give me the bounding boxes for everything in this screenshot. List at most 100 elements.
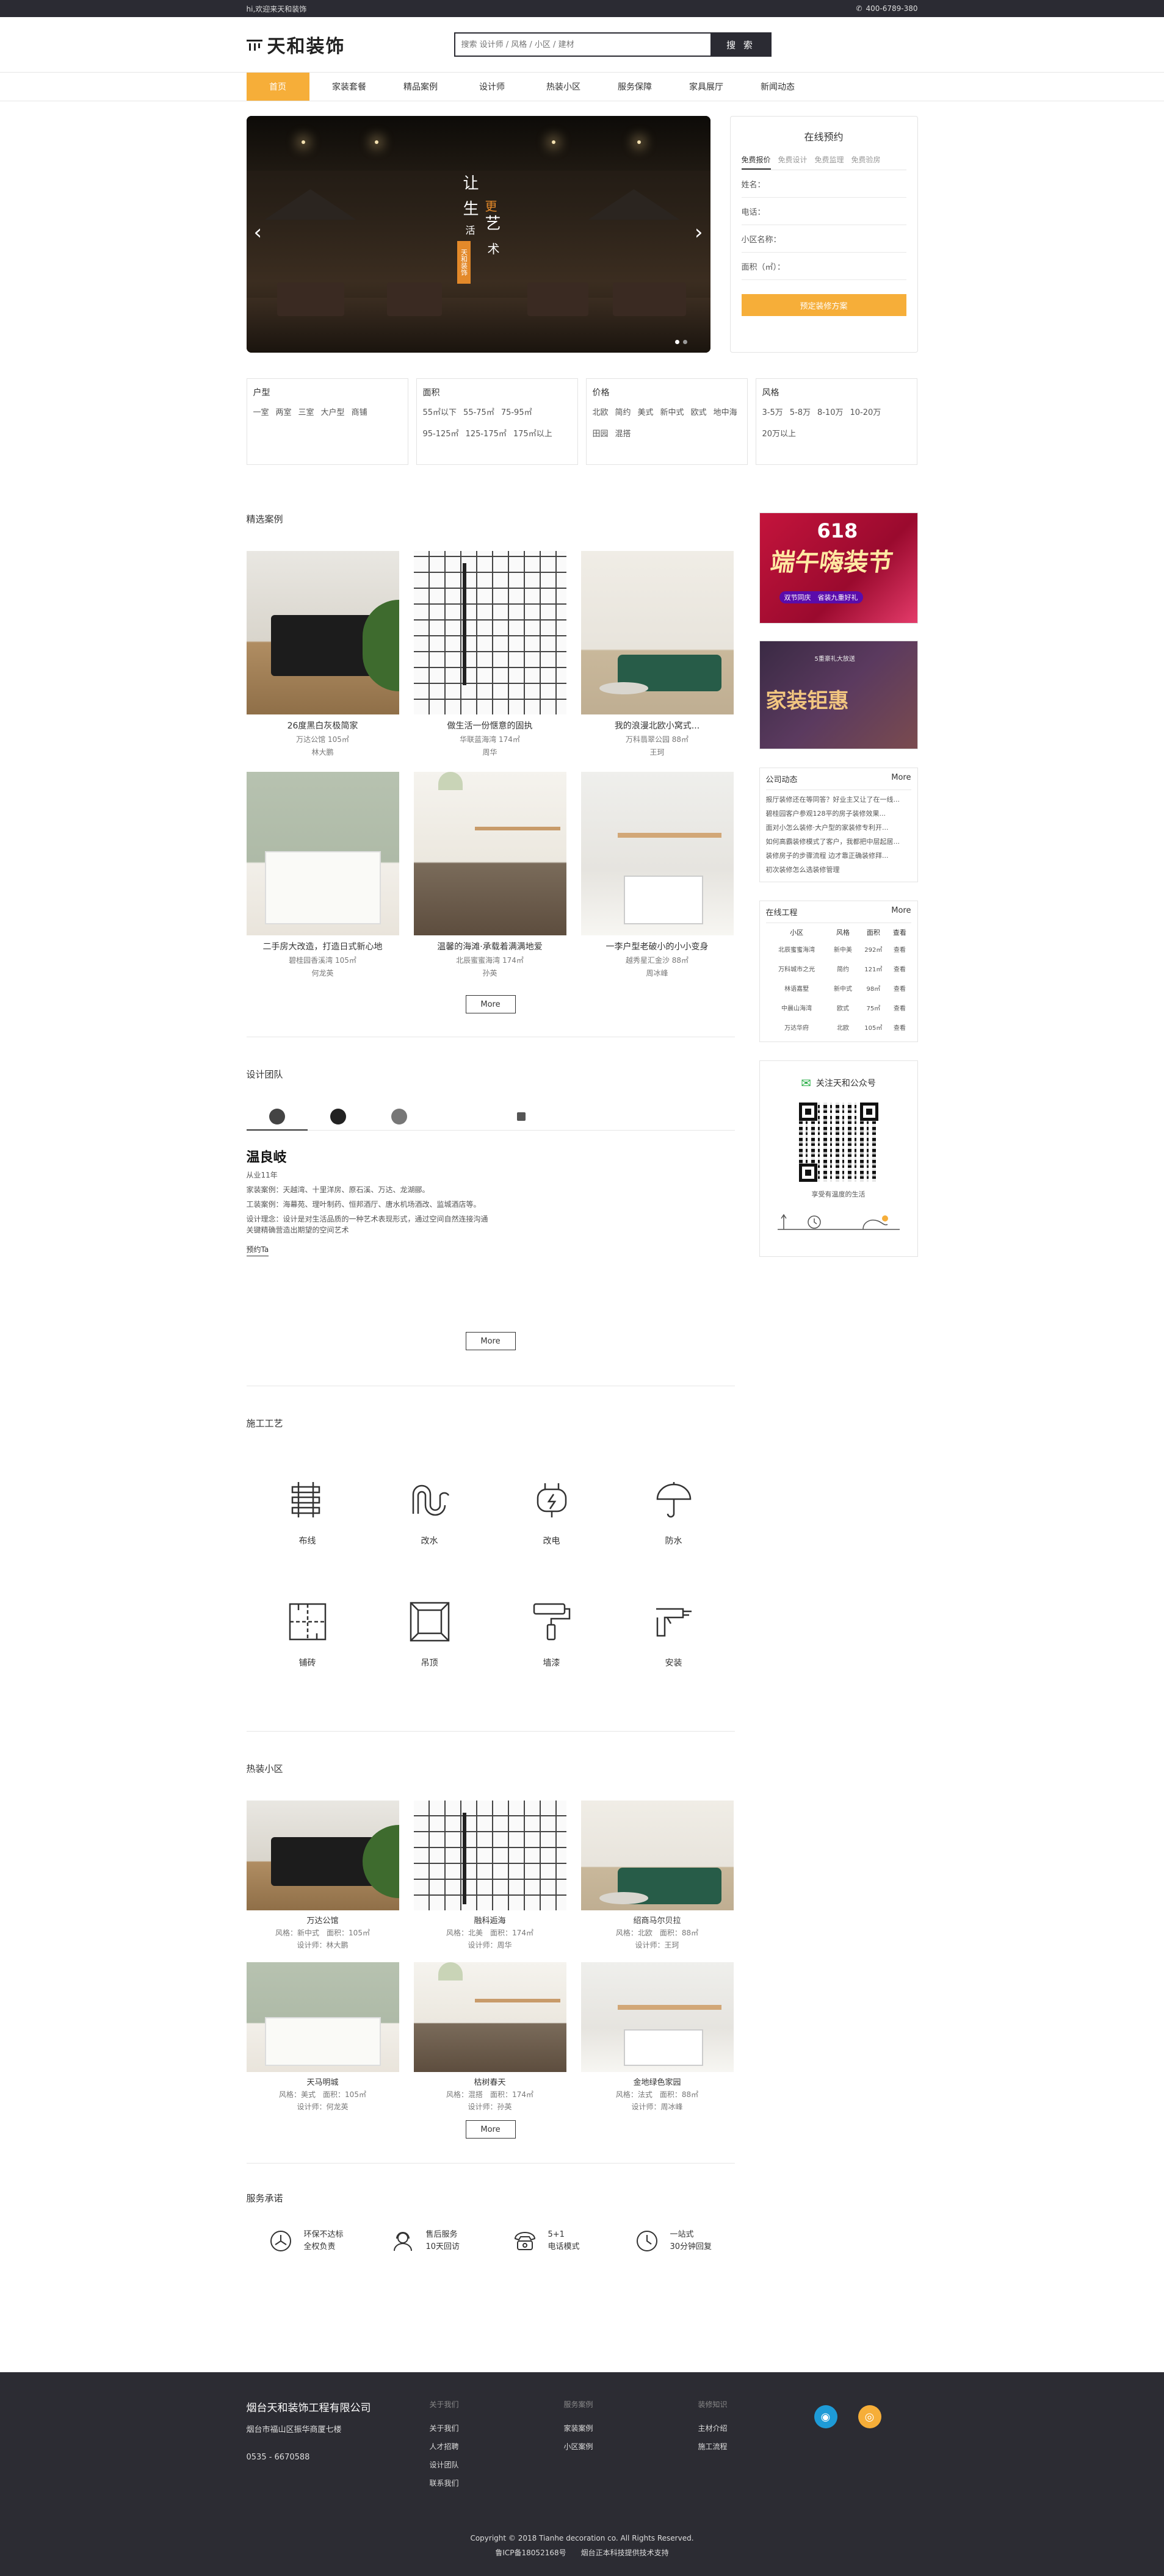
tab-free-supervision[interactable]: 免费监理 [815, 154, 844, 170]
designer-tab[interactable] [491, 1103, 552, 1130]
filter-option[interactable]: 简约 [615, 406, 631, 417]
team-more-button[interactable]: More [465, 1332, 516, 1350]
footer-link[interactable]: 人才招聘 [430, 2441, 564, 2452]
community-card[interactable]: 金地绿色家园 风格：法式 面积：88㎡ 设计师：周冰峰 [580, 1962, 734, 2112]
name-field[interactable]: 姓名： [741, 170, 906, 198]
filter-option[interactable]: 20万以上 [762, 427, 797, 439]
community-card[interactable]: 万达公馆 风格：新中式 面积：105㎡ 设计师：林大鹏 [246, 1801, 399, 1950]
community-card[interactable]: 枯树春天 风格：混搭 面积：174㎡ 设计师：孙英 [413, 1962, 566, 2112]
news-item[interactable]: 面对小怎么装修·大户型的家装修专利开... [766, 821, 911, 835]
designer-tab[interactable] [308, 1103, 369, 1130]
nav-item-packages[interactable]: 家装套餐 [318, 73, 381, 101]
filter-option[interactable]: 三室 [298, 406, 314, 417]
craft-item-paint[interactable]: 墙漆 [491, 1576, 613, 1698]
filter-option[interactable]: 商铺 [352, 406, 367, 417]
craft-item-tiling[interactable]: 铺砖 [247, 1576, 369, 1698]
tab-free-design[interactable]: 免费设计 [778, 154, 808, 170]
nav-item-communities[interactable]: 热装小区 [532, 73, 595, 101]
news-item[interactable]: 如何高霸装修模式了客户，我都把中层起居... [766, 835, 911, 849]
nav-item-service[interactable]: 服务保障 [604, 73, 667, 101]
cases-more-button[interactable]: More [465, 995, 516, 1013]
filter-option[interactable]: 8-10万 [817, 406, 844, 417]
craft-item-electric[interactable]: 改电 [491, 1454, 613, 1576]
banner-next-icon[interactable]: › [695, 222, 703, 243]
craft-item-install[interactable]: 安装 [613, 1576, 735, 1698]
news-item[interactable]: 初次装修怎么选装修管理 [766, 863, 911, 877]
filter-option[interactable]: 一室 [253, 406, 269, 417]
craft-item-ceiling[interactable]: 吊顶 [369, 1576, 491, 1698]
community-card[interactable]: 融科逅海 风格：北美 面积：174㎡ 设计师：周华 [413, 1801, 566, 1950]
view-link[interactable]: 查看 [888, 939, 911, 959]
view-link[interactable]: 查看 [888, 1017, 911, 1037]
filter-option[interactable]: 125-175㎡ [466, 427, 507, 439]
filter-option[interactable]: 混搭 [615, 427, 631, 439]
tab-free-inspection[interactable]: 免费验房 [851, 154, 881, 170]
designer-tab[interactable] [246, 1103, 308, 1131]
nav-item-cases[interactable]: 精品案例 [389, 73, 452, 101]
filter-option[interactable]: 地中海 [714, 406, 737, 417]
news-item[interactable]: 报厅装修还在等同答？好业主又让了在一线... [766, 793, 911, 807]
filter-option[interactable]: 美式 [638, 406, 654, 417]
filter-option[interactable]: 两室 [276, 406, 292, 417]
banner-dot[interactable] [674, 340, 679, 344]
filter-option[interactable]: 10-20万 [850, 406, 881, 417]
tab-free-quote[interactable]: 免费报价 [741, 154, 771, 170]
community-card[interactable]: 绍商马尔贝拉 风格：北欧 面积：88㎡ 设计师：王珂 [580, 1801, 734, 1950]
footer-link[interactable]: 主材介绍 [698, 2423, 802, 2433]
case-card[interactable]: 做生活一份惬意的固执 华联蓝海湾 174㎡ 周华 [413, 551, 566, 757]
filter-option[interactable]: 75-95㎡ [501, 406, 532, 417]
nav-item-showroom[interactable]: 家具展厅 [675, 73, 738, 101]
filter-option[interactable]: 3-5万 [762, 406, 783, 417]
filter-option[interactable]: 175㎡以上 [513, 427, 552, 439]
filter-option[interactable]: 北欧 [593, 406, 609, 417]
footer-link[interactable]: 施工流程 [698, 2441, 802, 2452]
case-card[interactable]: 温馨的海滩·承载着满满地爱 北辰蜜蜜海湾 174㎡ 孙英 [413, 772, 566, 978]
footer-link[interactable]: 小区案例 [564, 2441, 698, 2452]
hot-more-button[interactable]: More [465, 2120, 516, 2139]
banner-carousel[interactable]: 让 生 活 更 艺 术 天和装饰 ‹ › [246, 116, 710, 353]
search-button[interactable]: 搜 索 [710, 32, 772, 57]
news-item[interactable]: 碧桂园客户参观128平的房子装修效果... [766, 807, 911, 821]
filter-option[interactable]: 新中式 [660, 406, 684, 417]
filter-option[interactable]: 5-8万 [790, 406, 811, 417]
filter-option[interactable]: 95-125㎡ [423, 427, 459, 439]
case-card[interactable]: 我的浪漫北欧小窝式... 万科翡翠公园 88㎡ 王珂 [580, 551, 734, 757]
case-card[interactable]: 26度黑白灰极简家 万达公馆 105㎡ 林大鹏 [246, 551, 399, 757]
designer-tab[interactable] [430, 1103, 491, 1130]
footer-link[interactable]: 联系我们 [430, 2478, 564, 2488]
filter-option[interactable]: 大户型 [321, 406, 345, 417]
community-card[interactable]: 天马明城 风格：美式 面积：105㎡ 设计师：何龙英 [246, 1962, 399, 2112]
news-item[interactable]: 装修房子的步骤流程 边才靠正确装修拜... [766, 849, 911, 863]
area-field[interactable]: 面积（㎡）： [741, 253, 906, 280]
panel-more-link[interactable]: More [891, 906, 911, 918]
promo-banner-618[interactable]: 618 端午嗨装节 双节同庆 省装九重好礼 [759, 513, 918, 624]
designer-tab[interactable] [369, 1103, 430, 1130]
banner-dot[interactable] [682, 340, 687, 344]
submit-appointment-button[interactable]: 预定装修方案 [741, 294, 906, 316]
book-designer-link[interactable]: 预约Ta [246, 1244, 269, 1256]
case-card[interactable]: 一李户型老破小的小小变身 越秀星汇金沙 88㎡ 周冰峰 [580, 772, 734, 978]
nav-item-news[interactable]: 新闻动态 [746, 73, 809, 101]
craft-item-water[interactable]: 改水 [369, 1454, 491, 1576]
banner-prev-icon[interactable]: ‹ [254, 222, 262, 243]
filter-option[interactable]: 55-75㎡ [463, 406, 494, 417]
case-card[interactable]: 二手房大改造，打造日式新心地 碧桂园香溪湾 105㎡ 何龙英 [246, 772, 399, 978]
filter-option[interactable]: 欧式 [691, 406, 707, 417]
nav-item-designers[interactable]: 设计师 [461, 73, 524, 101]
view-link[interactable]: 查看 [888, 978, 911, 998]
craft-item-waterproof[interactable]: 防水 [613, 1454, 735, 1576]
qq-icon[interactable]: ◉ [814, 2405, 837, 2428]
view-link[interactable]: 查看 [888, 998, 911, 1017]
nav-item-home[interactable]: 首页 [246, 73, 309, 101]
search-input[interactable] [454, 32, 710, 57]
weibo-icon[interactable]: ◎ [858, 2405, 881, 2428]
logo[interactable]: 天和装饰 [246, 31, 345, 58]
footer-link[interactable]: 家装案例 [564, 2423, 698, 2433]
promo-banner-home[interactable]: 5重豪礼大放送 家装钜惠 [759, 641, 918, 749]
filter-option[interactable]: 55㎡以下 [423, 406, 457, 417]
footer-link[interactable]: 关于我们 [430, 2423, 564, 2433]
community-field[interactable]: 小区名称： [741, 225, 906, 253]
craft-item-wiring[interactable]: 布线 [247, 1454, 369, 1576]
filter-option[interactable]: 田园 [593, 427, 609, 439]
footer-link[interactable]: 设计团队 [430, 2459, 564, 2470]
